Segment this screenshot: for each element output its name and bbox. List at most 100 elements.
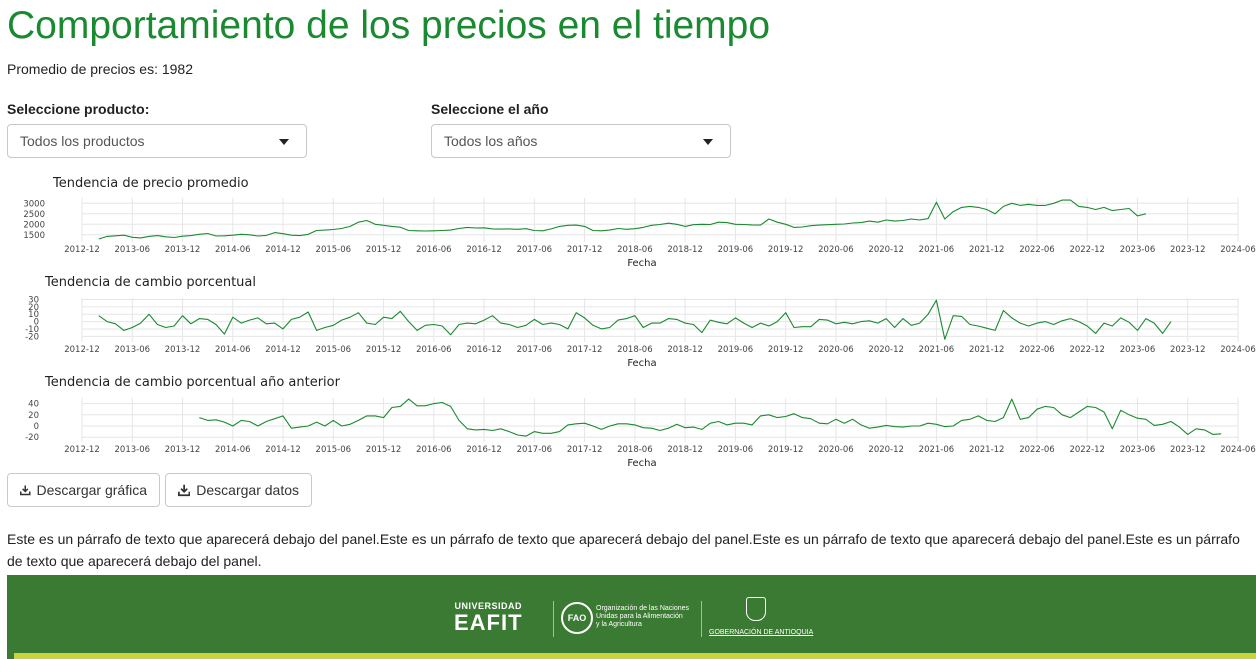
divider — [553, 601, 554, 637]
chart-title: Tendencia de cambio porcentual año anter… — [44, 375, 341, 390]
fao-line-2: Unidas para la Alimentación — [596, 613, 683, 620]
footer-banner: UNIVERSIDAD EAFIT FAO Organización de la… — [7, 575, 1256, 659]
chevron-down-icon — [703, 139, 713, 145]
fao-logo: FAO — [561, 602, 593, 634]
x-tick-label: 2015-12 — [366, 245, 402, 255]
year-select-value: Todos los años — [444, 133, 538, 149]
x-tick-label: 2015-12 — [366, 345, 402, 355]
y-tick-label: 1500 — [23, 231, 45, 241]
download-chart-label: Descargar gráfica — [36, 482, 148, 498]
year-select-label: Seleccione el año — [431, 101, 549, 117]
x-tick-label: 2021-12 — [969, 245, 1005, 255]
x-tick-label: 2023-06 — [1120, 245, 1156, 255]
x-tick-label: 2020-12 — [868, 445, 904, 455]
y-tick-label: 30 — [28, 295, 39, 305]
x-tick-label: 2014-12 — [265, 345, 301, 355]
product-select-label: Seleccione producto: — [7, 101, 150, 117]
y-tick-label: 40 — [28, 400, 39, 410]
x-tick-label: 2021-06 — [919, 345, 955, 355]
charts-panel: Tendencia de precio promedio 2012-12 2013-… — [0, 170, 1256, 470]
x-tick-label: 2017-06 — [517, 445, 553, 455]
x-tick-label: 2021-06 — [919, 445, 955, 455]
download-icon — [20, 485, 31, 496]
fao-text: Organización de las Naciones Unidas para… — [596, 605, 689, 629]
download-icon — [178, 484, 191, 497]
y-tick-label: 2000 — [23, 220, 45, 230]
x-tick-label: 2016-12 — [466, 345, 502, 355]
x-tick-label: 2017-12 — [567, 245, 603, 255]
x-tick-label: 2019-12 — [768, 345, 804, 355]
x-tick-label: 2013-12 — [165, 245, 201, 255]
x-tick-label: 2015-06 — [316, 445, 352, 455]
x-tick-label: 2014-06 — [215, 245, 251, 255]
footer-accent-bar — [14, 653, 1256, 659]
x-tick-label: 2018-06 — [617, 445, 653, 455]
divider — [701, 601, 702, 637]
fao-line-1: Organización de las Naciones — [596, 605, 689, 612]
y-tick-label: 0 — [34, 422, 39, 432]
x-tick-label: 2017-06 — [517, 245, 553, 255]
x-tick-label: 2018-12 — [667, 245, 703, 255]
x-tick-label: 2020-06 — [818, 445, 854, 455]
year-select[interactable]: Todos los años — [431, 124, 731, 158]
x-tick-label: 2015-06 — [316, 345, 352, 355]
x-tick-label: 2016-12 — [466, 445, 502, 455]
x-tick-label: 2022-06 — [1019, 245, 1055, 255]
x-tick-label: 2013-12 — [165, 345, 201, 355]
x-tick-label: 2013-06 — [115, 245, 151, 255]
download-data-label: Descargar datos — [196, 482, 299, 498]
y-tick-label: 2500 — [23, 210, 45, 220]
x-tick-label: 2021-12 — [969, 445, 1005, 455]
eafit-logo: UNIVERSIDAD EAFIT — [454, 602, 523, 634]
x-tick-label: 2015-06 — [316, 245, 352, 255]
x-tick-label: 2016-06 — [416, 345, 452, 355]
page-title: Comportamiento de los precios en el tiem… — [7, 4, 771, 47]
average-price-text: Promedio de precios es: 1982 — [7, 61, 193, 77]
eafit-logo-main: EAFIT — [454, 610, 523, 635]
x-tick-label: 2019-06 — [718, 445, 754, 455]
download-chart-button[interactable]: Descargar gráfica — [7, 473, 160, 507]
x-axis-label: Fecha — [627, 358, 656, 369]
x-tick-label: 2020-12 — [868, 345, 904, 355]
fao-logo-mark: FAO — [567, 613, 587, 623]
x-tick-label: 2022-12 — [1069, 345, 1105, 355]
x-tick-label: 2016-12 — [466, 245, 502, 255]
x-tick-label: 2014-06 — [215, 345, 251, 355]
download-data-button[interactable]: Descargar datos — [165, 473, 312, 507]
x-tick-label: 2023-12 — [1170, 445, 1206, 455]
x-tick-label: 2018-06 — [617, 345, 653, 355]
x-tick-label: 2018-12 — [667, 445, 703, 455]
x-tick-label: 2013-06 — [115, 345, 151, 355]
x-tick-label: 2013-12 — [165, 445, 201, 455]
x-tick-label: 2014-12 — [265, 245, 301, 255]
x-tick-label: 2024-06 — [1220, 245, 1256, 255]
x-tick-label: 2012-12 — [64, 245, 100, 255]
x-tick-label: 2022-12 — [1069, 445, 1105, 455]
x-tick-label: 2023-12 — [1170, 345, 1206, 355]
x-tick-label: 2023-06 — [1120, 445, 1156, 455]
y-tick-label: 3000 — [23, 199, 45, 209]
x-tick-label: 2020-06 — [818, 245, 854, 255]
x-tick-label: 2014-06 — [215, 445, 251, 455]
chart-title: Tendencia de cambio porcentual — [44, 275, 256, 290]
fao-line-3: y la Agricultura — [596, 621, 642, 628]
y-tick-label: -20 — [25, 433, 39, 443]
chevron-down-icon — [279, 139, 289, 145]
x-tick-label: 2021-06 — [919, 245, 955, 255]
product-select[interactable]: Todos los productos — [7, 124, 307, 158]
x-tick-label: 2016-06 — [416, 245, 452, 255]
x-tick-label: 2020-06 — [818, 345, 854, 355]
x-tick-label: 2022-12 — [1069, 245, 1105, 255]
series-line — [98, 199, 1147, 240]
charts-svg: Tendencia de precio promedio 2012-12 2013-… — [23, 176, 1256, 469]
x-tick-label: 2023-12 — [1170, 245, 1206, 255]
x-tick-label: 2019-12 — [768, 445, 804, 455]
x-tick-label: 2012-12 — [64, 345, 100, 355]
x-tick-label: 2021-12 — [969, 345, 1005, 355]
x-tick-label: 2018-12 — [667, 345, 703, 355]
x-tick-label: 2019-06 — [718, 245, 754, 255]
x-tick-label: 2015-12 — [366, 445, 402, 455]
x-tick-label: 2024-06 — [1220, 345, 1256, 355]
x-tick-label: 2019-06 — [718, 345, 754, 355]
x-tick-label: 2020-12 — [868, 245, 904, 255]
